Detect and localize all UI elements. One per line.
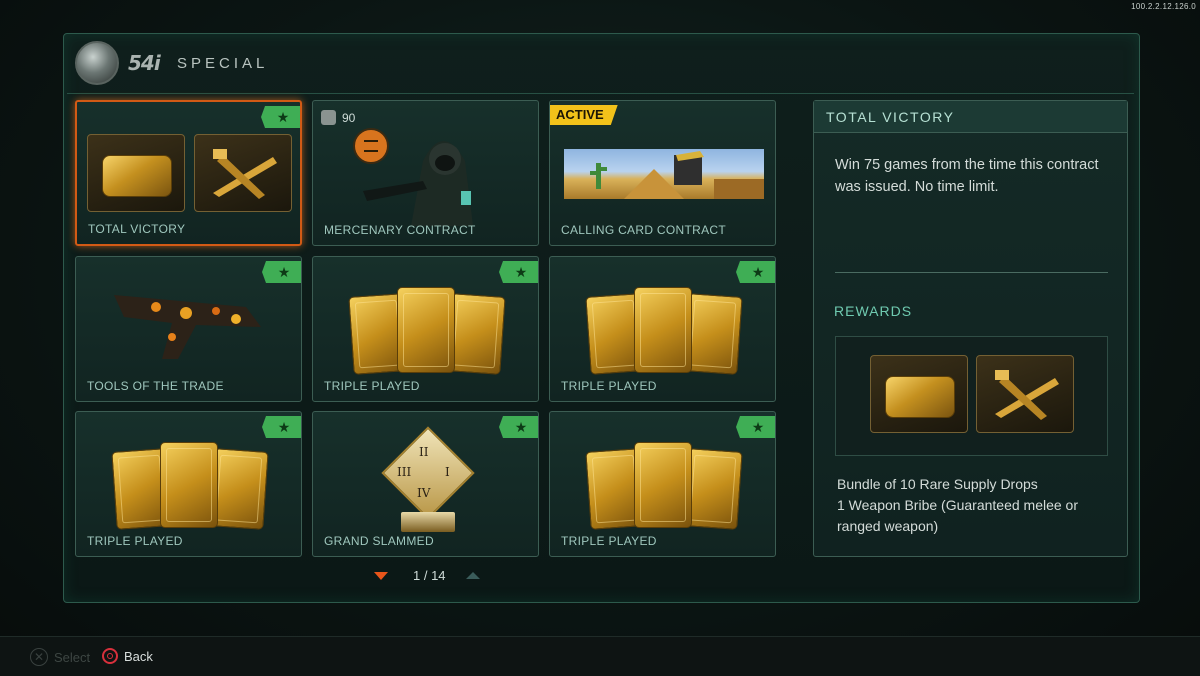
pager: 1 / 14 bbox=[370, 566, 490, 586]
reward-line: 1 Weapon Bribe (Guaranteed melee or rang… bbox=[837, 497, 1078, 534]
weapon-bribe-icon bbox=[194, 134, 292, 212]
numeral-bottom: IV bbox=[417, 486, 431, 500]
divider bbox=[835, 272, 1108, 273]
star-icon: ★ bbox=[277, 418, 291, 435]
star-icon: ★ bbox=[751, 263, 765, 280]
weapon-card-icon bbox=[160, 442, 218, 528]
contract-card-calling-card[interactable]: ACTIVE CALLING CARD CONTRACT bbox=[549, 100, 776, 246]
supply-drop-icon bbox=[87, 134, 185, 212]
page-prev-arrow-icon[interactable] bbox=[374, 572, 388, 580]
select-label: Select bbox=[54, 649, 91, 665]
weapon-bribe-reward-icon bbox=[976, 355, 1074, 433]
details-header: TOTAL VICTORY bbox=[814, 101, 1127, 133]
supply-card-icon bbox=[446, 293, 506, 375]
numeral-right: I bbox=[445, 465, 450, 479]
contract-card-grand-slammed[interactable]: ★ II III I IV GRAND SLAMMED bbox=[312, 411, 539, 557]
contract-label: GRAND SLAMMED bbox=[324, 534, 434, 548]
star-icon: ★ bbox=[276, 108, 290, 125]
star-badge: ★ bbox=[736, 416, 775, 438]
active-badge: ACTIVE bbox=[550, 105, 618, 125]
button-prompt-bar bbox=[0, 636, 1200, 676]
rewards-box bbox=[835, 336, 1108, 456]
calling-card-image bbox=[564, 149, 764, 199]
rewards-list: Bundle of 10 Rare Supply Drops 1 Weapon … bbox=[837, 474, 1117, 537]
contract-card-triple-played[interactable]: ★ TRIPLE PLAYED bbox=[75, 411, 302, 557]
supply-card-icon bbox=[683, 448, 743, 530]
contract-label: TOTAL VICTORY bbox=[88, 222, 186, 236]
contract-label: TOOLS OF THE TRADE bbox=[87, 379, 224, 393]
contract-label: TRIPLE PLAYED bbox=[561, 534, 657, 548]
contract-label: TRIPLE PLAYED bbox=[324, 379, 420, 393]
cryptokey-icon bbox=[321, 110, 336, 125]
details-title: TOTAL VICTORY bbox=[826, 109, 955, 125]
star-badge: ★ bbox=[736, 261, 775, 283]
contract-card-total-victory[interactable]: ★ TOTAL VICTORY bbox=[75, 100, 302, 246]
back-prompt[interactable]: Back bbox=[102, 648, 153, 664]
contract-label: CALLING CARD CONTRACT bbox=[561, 223, 726, 237]
contract-details-panel: TOTAL VICTORY Win 75 games from the time… bbox=[813, 100, 1128, 557]
contract-label: TRIPLE PLAYED bbox=[561, 379, 657, 393]
weapon-card-icon bbox=[634, 287, 692, 373]
star-badge: ★ bbox=[499, 261, 538, 283]
page-next-arrow-icon[interactable] bbox=[466, 572, 480, 579]
black-market-logo: 54i bbox=[128, 51, 161, 75]
contract-label: MERCENARY CONTRACT bbox=[324, 223, 476, 237]
contract-card-mercenary[interactable]: 90 MERCENARY CONTRACT bbox=[312, 100, 539, 246]
supply-card-icon bbox=[683, 293, 743, 375]
star-badge: ★ bbox=[262, 416, 301, 438]
player-emblem-icon bbox=[75, 41, 119, 85]
select-prompt[interactable]: ✕ Select bbox=[30, 648, 90, 666]
numeral-top: II bbox=[419, 445, 429, 459]
reward-line: Bundle of 10 Rare Supply Drops bbox=[837, 476, 1038, 492]
emblem-base bbox=[401, 512, 455, 532]
star-icon: ★ bbox=[751, 418, 765, 435]
star-icon: ★ bbox=[514, 263, 528, 280]
version-text: 100.2.2.12.126.0 bbox=[1131, 2, 1196, 11]
mercenary-character-icon bbox=[363, 141, 473, 226]
page-indicator: 1 / 14 bbox=[413, 568, 446, 583]
star-badge: ★ bbox=[499, 416, 538, 438]
grand-slam-emblem-icon bbox=[381, 426, 475, 520]
contract-card-triple-played[interactable]: ★ TRIPLE PLAYED bbox=[312, 256, 539, 402]
rewards-heading: REWARDS bbox=[834, 303, 913, 319]
supply-card-icon bbox=[209, 448, 269, 530]
back-label: Back bbox=[124, 648, 153, 664]
contract-card-tools-of-the-trade[interactable]: ★ TOOLS OF THE TRADE bbox=[75, 256, 302, 402]
supply-drop-reward-icon bbox=[870, 355, 968, 433]
contract-label: TRIPLE PLAYED bbox=[87, 534, 183, 548]
weapon-card-icon bbox=[397, 287, 455, 373]
page-title: SPECIAL bbox=[177, 55, 269, 72]
cross-button-icon: ✕ bbox=[30, 648, 48, 666]
circle-button-icon bbox=[102, 648, 118, 664]
contract-card-triple-played[interactable]: ★ TRIPLE PLAYED bbox=[549, 411, 776, 557]
weapon-rifle-icon bbox=[114, 295, 261, 359]
numeral-left: III bbox=[397, 465, 412, 479]
weapon-card-icon bbox=[634, 442, 692, 528]
star-icon: ★ bbox=[514, 418, 528, 435]
contract-card-triple-played[interactable]: ★ TRIPLE PLAYED bbox=[549, 256, 776, 402]
star-badge: ★ bbox=[261, 106, 300, 128]
contract-description: Win 75 games from the time this contract… bbox=[835, 157, 1099, 195]
